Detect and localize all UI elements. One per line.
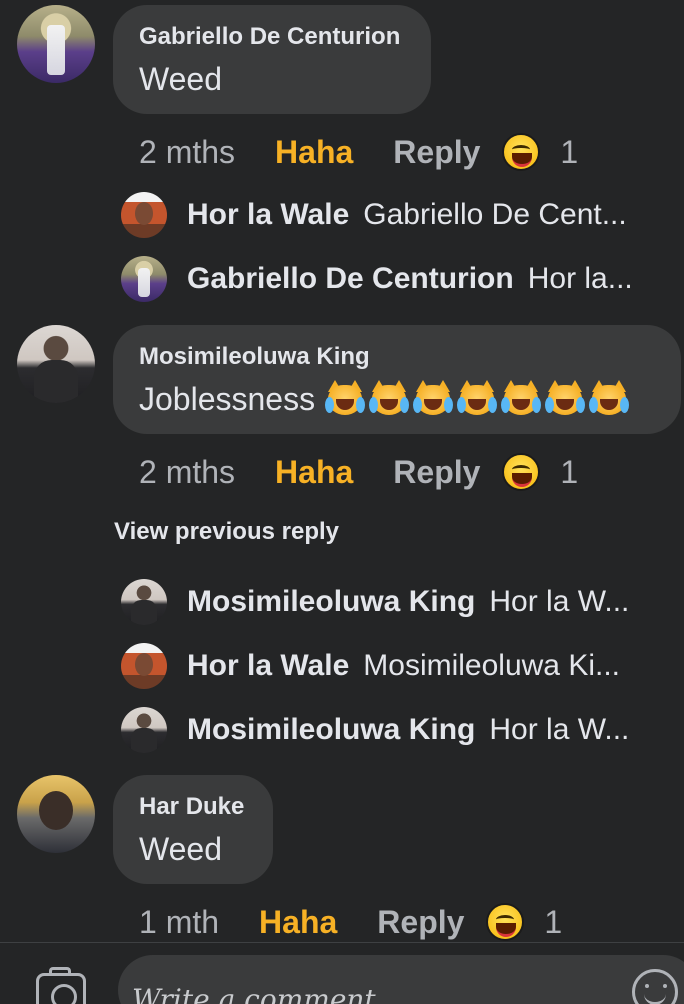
avatar[interactable] xyxy=(121,256,167,302)
reply-preview[interactable]: Gabriello De Centurion Hor la... xyxy=(121,254,681,304)
comment-time[interactable]: 2 mths xyxy=(139,134,235,171)
comment-author[interactable]: Har Duke xyxy=(139,793,247,823)
reply-preview[interactable]: Hor la Wale Mosimileoluwa Ki... xyxy=(121,641,681,691)
reply-text[interactable]: Hor la W... xyxy=(489,713,629,747)
comment-text-row: Joblessness xyxy=(139,377,655,421)
avatar[interactable] xyxy=(17,775,95,853)
comment-author[interactable]: Mosimileoluwa King xyxy=(139,343,655,373)
reply-text[interactable]: Hor la... xyxy=(528,262,633,296)
avatar[interactable] xyxy=(121,643,167,689)
comment-input[interactable] xyxy=(118,955,684,1004)
reply-text[interactable]: Gabriello De Cent... xyxy=(363,198,626,232)
crying-laughing-cat-icon xyxy=(369,379,410,419)
comment-time[interactable]: 1 mth xyxy=(139,904,219,941)
crying-laughing-cat-icon xyxy=(589,379,630,419)
avatar[interactable] xyxy=(121,579,167,625)
reply-preview[interactable]: Mosimileoluwa King Hor la W... xyxy=(121,577,681,627)
reply-author[interactable]: Hor la Wale xyxy=(187,649,349,683)
comment-time[interactable]: 2 mths xyxy=(139,454,235,491)
reply-text[interactable]: Hor la W... xyxy=(489,585,629,619)
comment-text: Weed xyxy=(139,830,223,867)
haha-emoji-icon[interactable] xyxy=(502,453,541,491)
reply-preview[interactable]: Mosimileoluwa King Hor la W... xyxy=(121,705,681,755)
haha-emoji-icon[interactable] xyxy=(502,133,541,171)
reply-button[interactable]: Reply xyxy=(377,904,464,941)
haha-reaction-button[interactable]: Haha xyxy=(275,454,353,491)
crying-laughing-cat-icon xyxy=(501,379,542,419)
avatar[interactable] xyxy=(17,5,95,83)
haha-reaction-button[interactable]: Haha xyxy=(259,904,337,941)
reply-button[interactable]: Reply xyxy=(393,134,480,171)
reaction-count[interactable]: 1 xyxy=(560,134,578,171)
haha-emoji-icon[interactable] xyxy=(486,903,525,941)
comment-composer xyxy=(0,942,684,1004)
avatar[interactable] xyxy=(121,707,167,753)
reaction-count[interactable]: 1 xyxy=(544,904,562,941)
comment-bubble[interactable]: Mosimileoluwa King Joblessness xyxy=(113,325,681,434)
reply-preview[interactable]: Hor la Wale Gabriello De Cent... xyxy=(121,190,681,240)
comment-actions: 2 mths Haha Reply 1 xyxy=(139,452,578,492)
comment-bubble[interactable]: Gabriello De Centurion Weed xyxy=(113,5,431,114)
crying-laughing-cat-icon xyxy=(325,379,366,419)
crying-laughing-cat-icon xyxy=(413,379,454,419)
haha-reaction-button[interactable]: Haha xyxy=(275,134,353,171)
avatar[interactable] xyxy=(17,325,95,403)
crying-laughing-cat-icon xyxy=(457,379,498,419)
reply-author[interactable]: Mosimileoluwa King xyxy=(187,585,475,619)
crying-laughing-cat-icon xyxy=(545,379,586,419)
comment-text: Weed xyxy=(139,60,223,97)
reply-author[interactable]: Mosimileoluwa King xyxy=(187,713,475,747)
reply-button[interactable]: Reply xyxy=(393,454,480,491)
camera-icon[interactable] xyxy=(36,967,86,1004)
comments-page: Gabriello De Centurion Weed 2 mths Haha … xyxy=(0,0,684,1004)
reaction-count[interactable]: 1 xyxy=(560,454,578,491)
view-previous-reply-link[interactable]: View previous reply xyxy=(114,518,339,546)
emoji-row xyxy=(325,379,633,419)
comment-actions: 1 mth Haha Reply 1 xyxy=(139,902,562,942)
reply-author[interactable]: Gabriello De Centurion xyxy=(187,262,514,296)
comment-text: Joblessness xyxy=(139,380,316,417)
comment-author[interactable]: Gabriello De Centurion xyxy=(139,23,405,53)
reply-author[interactable]: Hor la Wale xyxy=(187,198,349,232)
comment-bubble[interactable]: Har Duke Weed xyxy=(113,775,273,884)
avatar[interactable] xyxy=(121,192,167,238)
reply-text[interactable]: Mosimileoluwa Ki... xyxy=(363,649,620,683)
comment-actions: 2 mths Haha Reply 1 xyxy=(139,132,578,172)
